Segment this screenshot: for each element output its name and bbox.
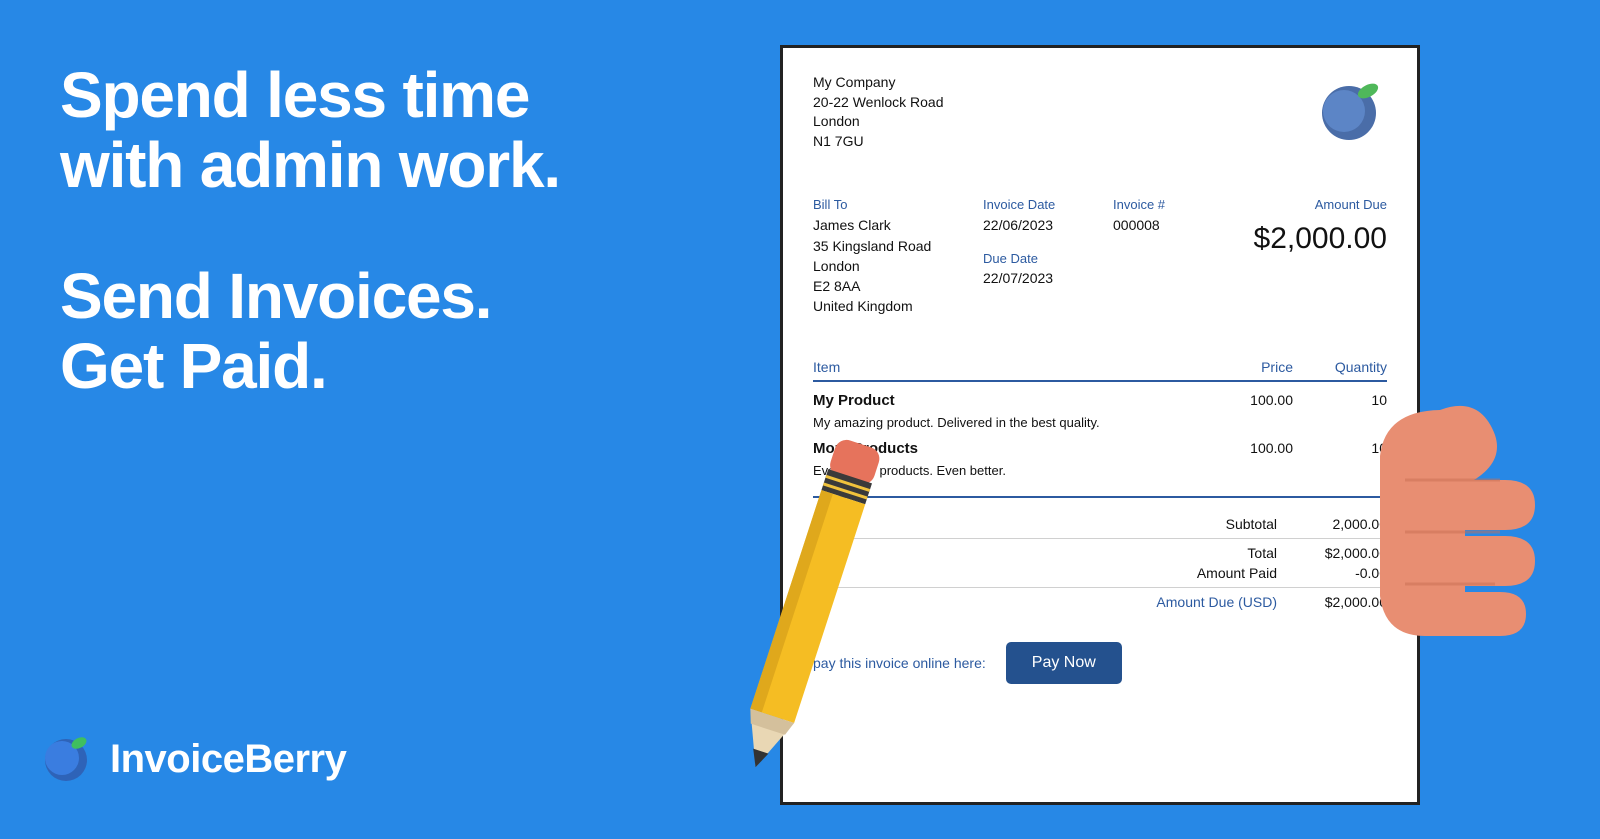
invoice-number-label: Invoice # — [1113, 196, 1233, 215]
item-price: 100.00 — [1203, 440, 1293, 457]
item-desc: My amazing product. Delivered in the bes… — [813, 415, 1387, 430]
item-name: My Product — [813, 392, 1199, 409]
line-items-header: Item Price Quantity — [813, 359, 1387, 382]
pencil-illustration-icon — [700, 434, 900, 819]
amount-due-currency-label: Amount Due (USD) — [1137, 594, 1277, 610]
brand-footer: InvoiceBerry — [40, 730, 346, 789]
col-price: Price — [1203, 359, 1293, 375]
company-name: My Company — [813, 73, 943, 93]
hand-illustration-icon — [1320, 400, 1540, 645]
brand-logo-icon — [40, 730, 94, 789]
amount-due-block: Amount Due $2,000.00 — [1233, 196, 1387, 316]
company-city: London — [813, 112, 943, 132]
due-date-value: 22/07/2023 — [983, 268, 1113, 288]
total-label: Total — [1137, 545, 1277, 561]
company-addr1: 20-22 Wenlock Road — [813, 93, 943, 113]
invoice-logo-icon — [1315, 73, 1387, 148]
due-date-label: Due Date — [983, 250, 1113, 269]
invoice-date-label: Invoice Date — [983, 196, 1113, 215]
pay-now-button[interactable]: Pay Now — [1006, 642, 1122, 684]
hero-line-1: Spend less time with admin work. — [60, 60, 700, 201]
hero-text-4: Get Paid. — [60, 330, 327, 402]
col-quantity: Quantity — [1297, 359, 1387, 375]
hero-text-1: Spend less time — [60, 59, 529, 131]
amount-due-value: $2,000.00 — [1233, 217, 1387, 261]
invoice-date-value: 22/06/2023 — [983, 215, 1113, 235]
brand-name: InvoiceBerry — [110, 737, 346, 782]
amount-paid-label: Amount Paid — [1137, 565, 1277, 581]
bill-to-block: Bill To James Clark 35 Kingsland Road Lo… — [813, 196, 983, 316]
invoice-meta: Bill To James Clark 35 Kingsland Road Lo… — [813, 196, 1387, 316]
bill-to-name: James Clark — [813, 215, 983, 235]
col-item: Item — [813, 359, 1199, 375]
company-address: My Company 20-22 Wenlock Road London N1 … — [813, 73, 943, 151]
invoice-number-value: 000008 — [1113, 215, 1233, 235]
bill-to-country: United Kingdom — [813, 296, 983, 316]
hero-text-2: with admin work. — [60, 129, 560, 201]
company-postcode: N1 7GU — [813, 132, 943, 152]
subtotal-label: Subtotal — [1137, 516, 1277, 532]
invoice-header: My Company 20-22 Wenlock Road London N1 … — [813, 73, 1387, 151]
line-item: My Product 100.00 10 My amazing product.… — [813, 382, 1387, 430]
bill-to-city: London — [813, 256, 983, 276]
dates-block: Invoice Date 22/06/2023 Due Date 22/07/2… — [983, 196, 1113, 316]
bill-to-postcode: E2 8AA — [813, 276, 983, 296]
amount-due-label: Amount Due — [1233, 196, 1387, 215]
hero-text-3: Send Invoices. — [60, 260, 491, 332]
hero-line-2: Send Invoices. Get Paid. — [60, 261, 700, 402]
item-price: 100.00 — [1203, 392, 1293, 409]
hero-headline: Spend less time with admin work. Send In… — [60, 60, 700, 402]
bill-to-addr1: 35 Kingsland Road — [813, 236, 983, 256]
invoice-number-block: Invoice # 000008 — [1113, 196, 1233, 316]
bill-to-label: Bill To — [813, 196, 983, 215]
